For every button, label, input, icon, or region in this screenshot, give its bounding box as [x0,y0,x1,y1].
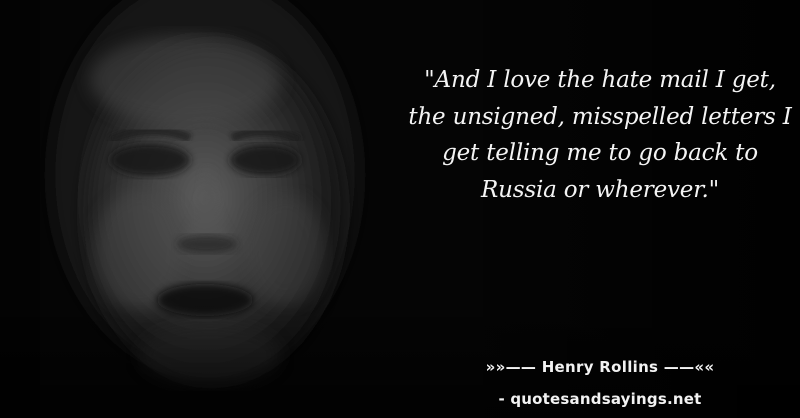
source-link[interactable]: - quotesandsayings.net [405,390,795,408]
quote-card: "And I love the hate mail I get, the uns… [0,0,800,418]
quote-text: "And I love the hate mail I get, the uns… [408,67,792,203]
author-attribution: »»—— Henry Rollins ——«« [485,358,715,376]
